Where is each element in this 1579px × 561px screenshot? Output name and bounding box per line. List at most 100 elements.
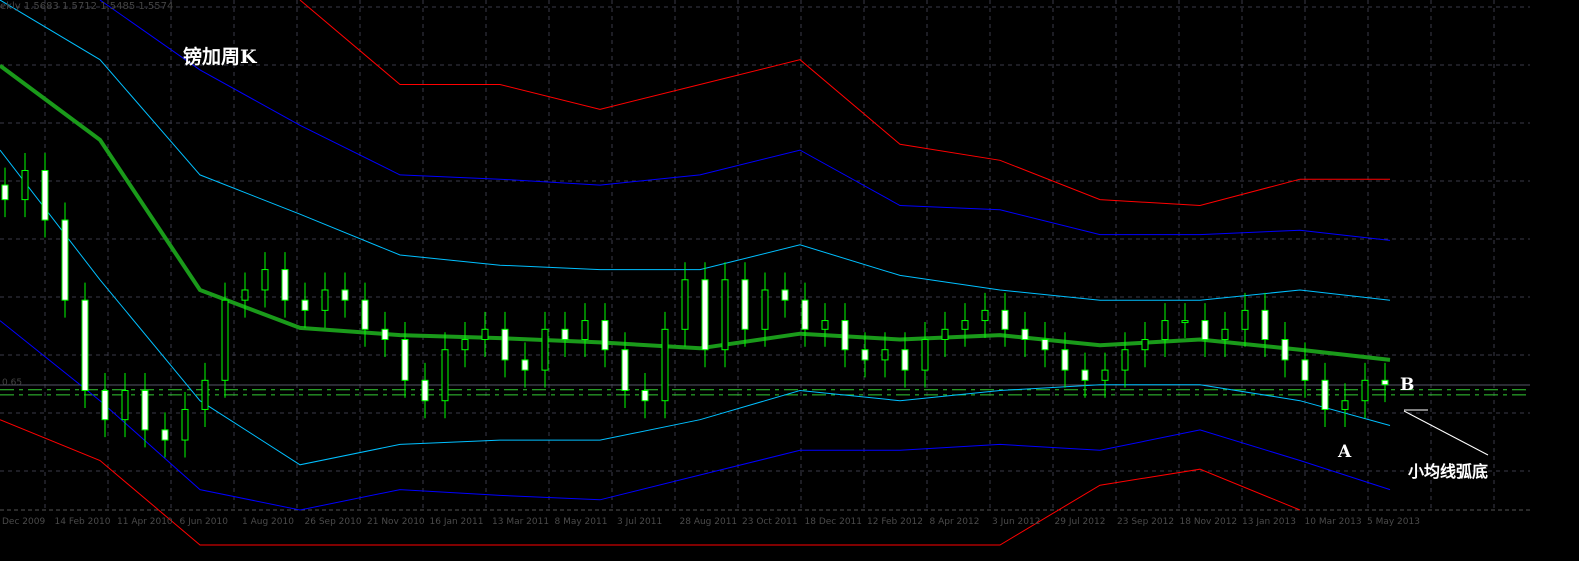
candle-body xyxy=(1061,349,1069,371)
candle-body xyxy=(401,339,409,381)
x-tick-label: 21 Nov 2010 xyxy=(367,517,425,527)
candle-body xyxy=(1181,320,1189,324)
x-tick-label: 8 Apr 2012 xyxy=(929,517,980,527)
x-tick-label: 3 Jun 2012 xyxy=(992,517,1041,527)
x-tick-label: 8 May 2011 xyxy=(554,517,608,527)
x-tick-label: 18 Dec 2011 xyxy=(804,517,863,527)
candle-body xyxy=(81,299,89,392)
annotation-note: 小均线弧底 xyxy=(1408,462,1489,481)
moving-average-line xyxy=(0,63,1391,362)
x-tick-label: 26 Sep 2010 xyxy=(304,517,362,527)
candle-body xyxy=(961,320,969,330)
candle-body xyxy=(381,328,389,341)
candle-body xyxy=(1001,309,1009,330)
x-tick-label: 23 Sep 2012 xyxy=(1117,517,1175,527)
x-tick-label: 13 Jan 2013 xyxy=(1242,517,1296,527)
candle-body xyxy=(1361,379,1369,402)
candle-body xyxy=(1281,339,1289,361)
candle-body xyxy=(101,390,109,421)
candle-body xyxy=(481,328,489,341)
candle-body xyxy=(1221,328,1229,341)
candle-body xyxy=(941,328,949,341)
x-tick-label: 12 Feb 2012 xyxy=(867,517,924,527)
candle-body xyxy=(321,289,329,311)
candle-body xyxy=(441,349,449,402)
candle-body xyxy=(641,390,649,402)
price-level-label: 0.65 xyxy=(2,378,23,388)
candle-body xyxy=(1321,379,1329,410)
candle-body xyxy=(721,279,729,351)
low-value: 1.5485 xyxy=(100,1,136,12)
candle-body xyxy=(841,320,849,351)
candle-body xyxy=(421,379,429,402)
x-tick-label: 18 Nov 2012 xyxy=(1179,517,1238,527)
candle-body xyxy=(341,289,349,301)
point-a-label: A xyxy=(1338,442,1352,462)
x-tick-label: 16 Jan 2011 xyxy=(429,517,484,527)
candle-body xyxy=(1101,369,1109,381)
candle-body xyxy=(801,299,809,330)
x-tick-label: 13 Mar 2011 xyxy=(492,517,550,527)
candle-body xyxy=(1,184,9,201)
symbol-label: ekly xyxy=(0,1,21,12)
blue-upper-band-line xyxy=(99,0,1391,241)
x-tick-label: 28 Aug 2011 xyxy=(679,517,738,527)
candle-body xyxy=(161,429,169,441)
high-value: 1.5712 xyxy=(62,1,98,12)
candle-body xyxy=(121,390,129,421)
candle-body xyxy=(741,279,749,330)
chart-title: 镑加周K xyxy=(183,46,257,68)
cyan-lower-band-line xyxy=(0,149,1391,466)
x-tick-label: 14 Feb 2010 xyxy=(54,517,111,527)
candle-body xyxy=(921,339,929,371)
candle-body xyxy=(1301,359,1309,381)
candle-body xyxy=(1141,339,1149,351)
candle-body xyxy=(1341,400,1349,410)
open-value: 1.5683 xyxy=(23,1,59,12)
candle-body xyxy=(1121,349,1129,371)
x-tick-label: 11 Apr 2010 xyxy=(117,517,173,527)
candle-body xyxy=(221,299,229,381)
candle-body xyxy=(261,269,269,291)
candle-body xyxy=(621,349,629,392)
candle-body xyxy=(881,349,889,361)
candle-body xyxy=(1381,379,1389,386)
candle-body xyxy=(361,299,369,330)
candle-body xyxy=(1041,339,1049,351)
candle-body xyxy=(681,279,689,330)
price-chart[interactable] xyxy=(0,0,1579,561)
candle-body xyxy=(861,349,869,361)
x-tick-label: 23 Oct 2011 xyxy=(742,517,798,527)
candle-body xyxy=(241,289,249,301)
x-tick-label: 10 Mar 2013 xyxy=(1304,517,1362,527)
candle-body xyxy=(661,328,669,402)
x-tick-label: 1 Aug 2010 xyxy=(242,517,294,527)
candle-body xyxy=(701,279,709,351)
candle-body xyxy=(301,299,309,311)
candle-body xyxy=(521,359,529,371)
candle-body xyxy=(541,328,549,371)
chart-header: ekly 1.5683 1.5712 1.5485 1.5574 xyxy=(0,1,173,12)
candle-body xyxy=(181,408,189,441)
candle-body xyxy=(981,309,989,322)
candle-body xyxy=(141,390,149,431)
x-tick-label: 3 Jul 2011 xyxy=(617,517,663,527)
candle-body xyxy=(601,320,609,351)
candle-body xyxy=(1241,309,1249,330)
candle-body xyxy=(61,219,69,301)
candle-body xyxy=(1261,309,1269,341)
candle-body xyxy=(1201,320,1209,341)
candle-body xyxy=(501,328,509,361)
candle-body xyxy=(761,289,769,330)
candle-body xyxy=(821,320,829,330)
candle-body xyxy=(581,320,589,341)
candle-body xyxy=(201,379,209,410)
candle-body xyxy=(901,349,909,371)
annotation-pointer xyxy=(1403,410,1489,456)
x-tick-label: 6 Jun 2010 xyxy=(179,517,228,527)
x-tick-label: Dec 2009 xyxy=(2,517,46,527)
candle-body xyxy=(1021,328,1029,341)
candle-body xyxy=(21,169,29,201)
candle-body xyxy=(781,289,789,301)
candle-body xyxy=(561,328,569,341)
